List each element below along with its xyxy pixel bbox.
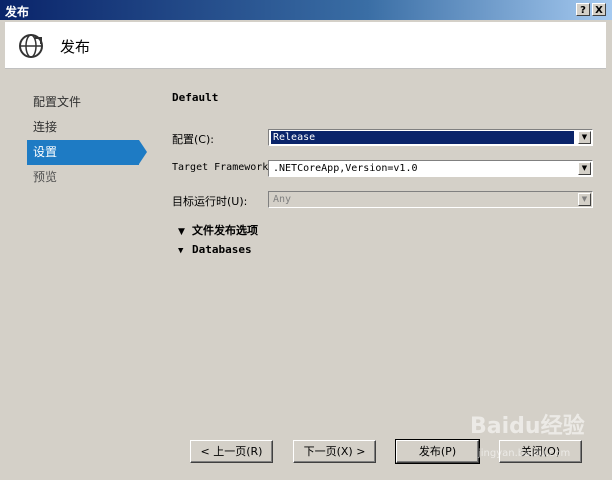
configuration-label: 配置(C): <box>172 133 214 146</box>
prev-button[interactable]: < 上一页(R) <box>190 440 273 463</box>
nav-item-connection[interactable]: 连接 <box>27 115 139 140</box>
dropdown-arrow-icon[interactable]: ▼ <box>578 131 591 144</box>
help-button[interactable]: ? <box>576 3 590 16</box>
dropdown-arrow-icon[interactable]: ▼ <box>578 162 591 175</box>
publish-button[interactable]: 发布(P) <box>395 439 480 464</box>
section-label: 文件发布选项 <box>192 224 258 237</box>
nav-item-settings[interactable]: 设置 <box>27 140 147 165</box>
section-label: Databases <box>192 243 252 256</box>
dropdown-arrow-icon: ▼ <box>578 193 591 206</box>
publish-globe-icon <box>17 32 45 63</box>
configuration-select[interactable]: Release ▼ <box>268 129 593 146</box>
target-framework-value: .NETCoreApp,Version=v1.0 <box>273 163 418 174</box>
wizard-header: 发布 <box>5 22 606 69</box>
databases-toggle[interactable]: ▼ Databases <box>178 243 252 256</box>
nav-item-preview[interactable]: 预览 <box>27 165 139 190</box>
title-bar: 发布 ? X <box>0 0 612 20</box>
configuration-value: Release <box>271 131 574 144</box>
chevron-down-icon: ▼ <box>178 246 184 256</box>
profile-name: Default <box>172 91 219 104</box>
close-button[interactable]: 关闭(O) <box>499 440 582 463</box>
wizard-nav: 配置文件 连接 设置 预览 <box>27 90 147 190</box>
nav-item-profile[interactable]: 配置文件 <box>27 90 139 115</box>
header-title: 发布 <box>60 38 91 56</box>
chevron-down-icon: ▼ <box>178 227 185 237</box>
file-publish-options-toggle[interactable]: ▼ 文件发布选项 <box>178 222 258 238</box>
target-framework-label: Target Framework: <box>172 162 275 173</box>
close-window-button[interactable]: X <box>592 3 606 16</box>
target-framework-select[interactable]: .NETCoreApp,Version=v1.0 ▼ <box>268 160 593 177</box>
target-runtime-value: Any <box>273 194 292 205</box>
target-runtime-label: 目标运行时(U): <box>172 195 248 208</box>
next-button[interactable]: 下一页(X) > <box>293 440 376 463</box>
window-title: 发布 <box>5 5 30 19</box>
target-runtime-select: Any ▼ <box>268 191 593 208</box>
watermark-logo: Baidu经验 <box>470 414 585 439</box>
